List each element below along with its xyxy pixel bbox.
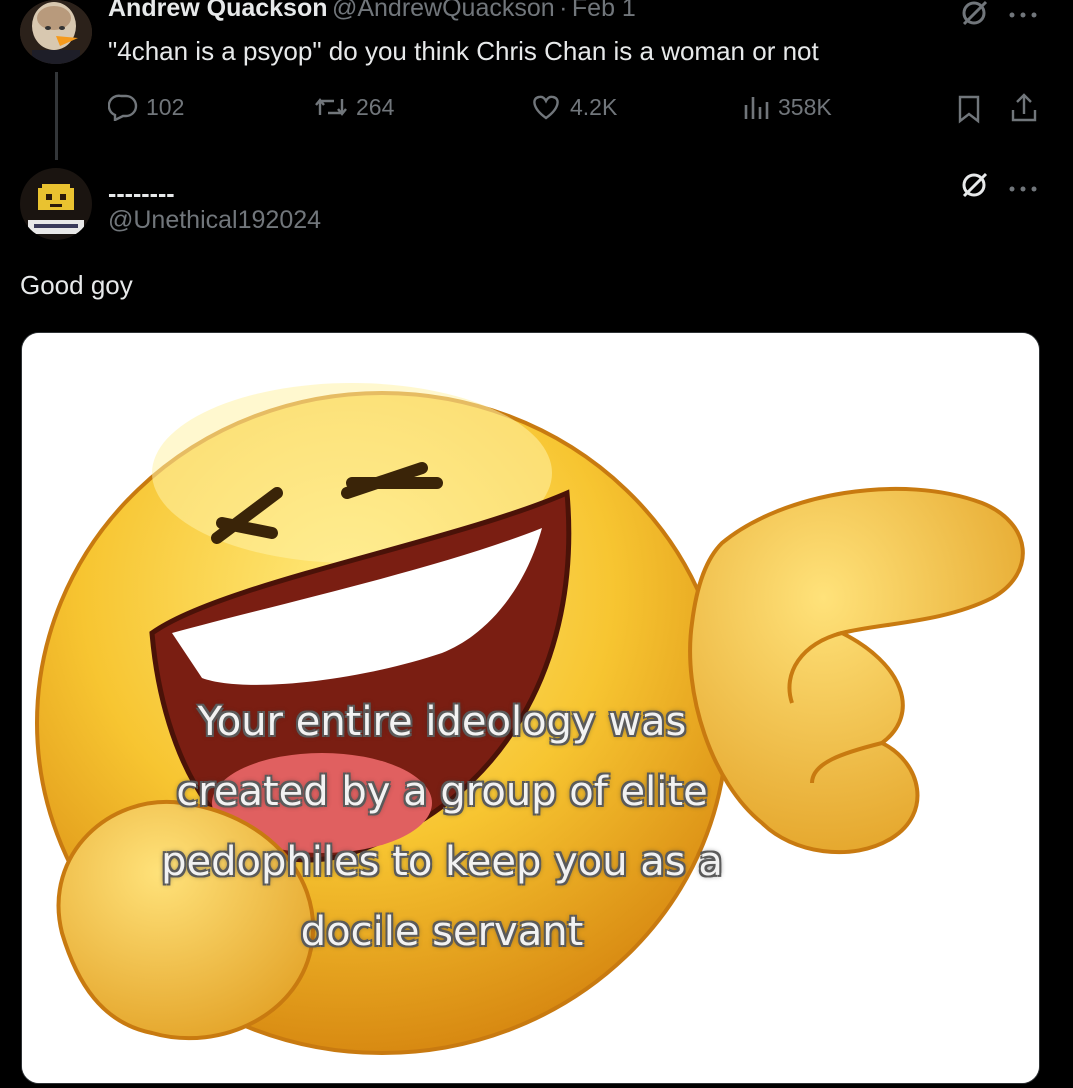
reply-handle[interactable]: @Unethical192024 xyxy=(108,206,321,235)
share-icon[interactable] xyxy=(1010,92,1038,129)
like-button[interactable]: 4.2K xyxy=(530,93,617,121)
reply-icon xyxy=(108,93,138,121)
grok-icon[interactable] xyxy=(960,172,990,203)
more-icon[interactable] xyxy=(1008,180,1038,198)
more-icon[interactable] xyxy=(1008,6,1038,24)
reply-button[interactable]: 102 xyxy=(108,93,184,121)
parent-header: Andrew Quackson @AndrewQuackson · Feb 1 xyxy=(108,0,636,23)
grok-icon[interactable] xyxy=(960,0,990,31)
like-count: 4.2K xyxy=(570,93,618,120)
thread-line xyxy=(55,72,58,160)
parent-date[interactable]: Feb 1 xyxy=(572,0,636,22)
reply-count: 102 xyxy=(146,93,185,120)
bookmark-icon[interactable] xyxy=(956,94,982,129)
reply-avatar[interactable] xyxy=(20,168,92,240)
reply-media-image[interactable]: Your entire ideology was created by a gr… xyxy=(21,332,1040,1084)
parent-handle[interactable]: @AndrewQuackson xyxy=(332,0,555,22)
like-icon xyxy=(530,93,562,121)
views-button[interactable]: 358K xyxy=(742,93,832,121)
meme-caption-line-4: docile servant xyxy=(300,909,584,955)
repost-button[interactable]: 264 xyxy=(314,93,394,121)
reply-display-name[interactable]: -------- xyxy=(108,180,175,209)
repost-count: 264 xyxy=(356,93,395,120)
parent-tweet-text: "4chan is a psyop" do you think Chris Ch… xyxy=(108,36,819,66)
meme-caption-line-1: Your entire ideology was xyxy=(197,699,687,745)
date-separator: · xyxy=(559,0,568,22)
repost-icon xyxy=(314,93,348,121)
views-count: 358K xyxy=(778,93,832,120)
parent-avatar[interactable] xyxy=(20,0,92,64)
reply-tweet-text: Good goy xyxy=(20,270,133,300)
views-icon xyxy=(742,93,770,121)
parent-display-name[interactable]: Andrew Quackson xyxy=(108,0,328,22)
meme-caption-line-2: created by a group of elite xyxy=(176,769,708,815)
meme-caption-line-3: pedophiles to keep you as a xyxy=(161,839,723,885)
